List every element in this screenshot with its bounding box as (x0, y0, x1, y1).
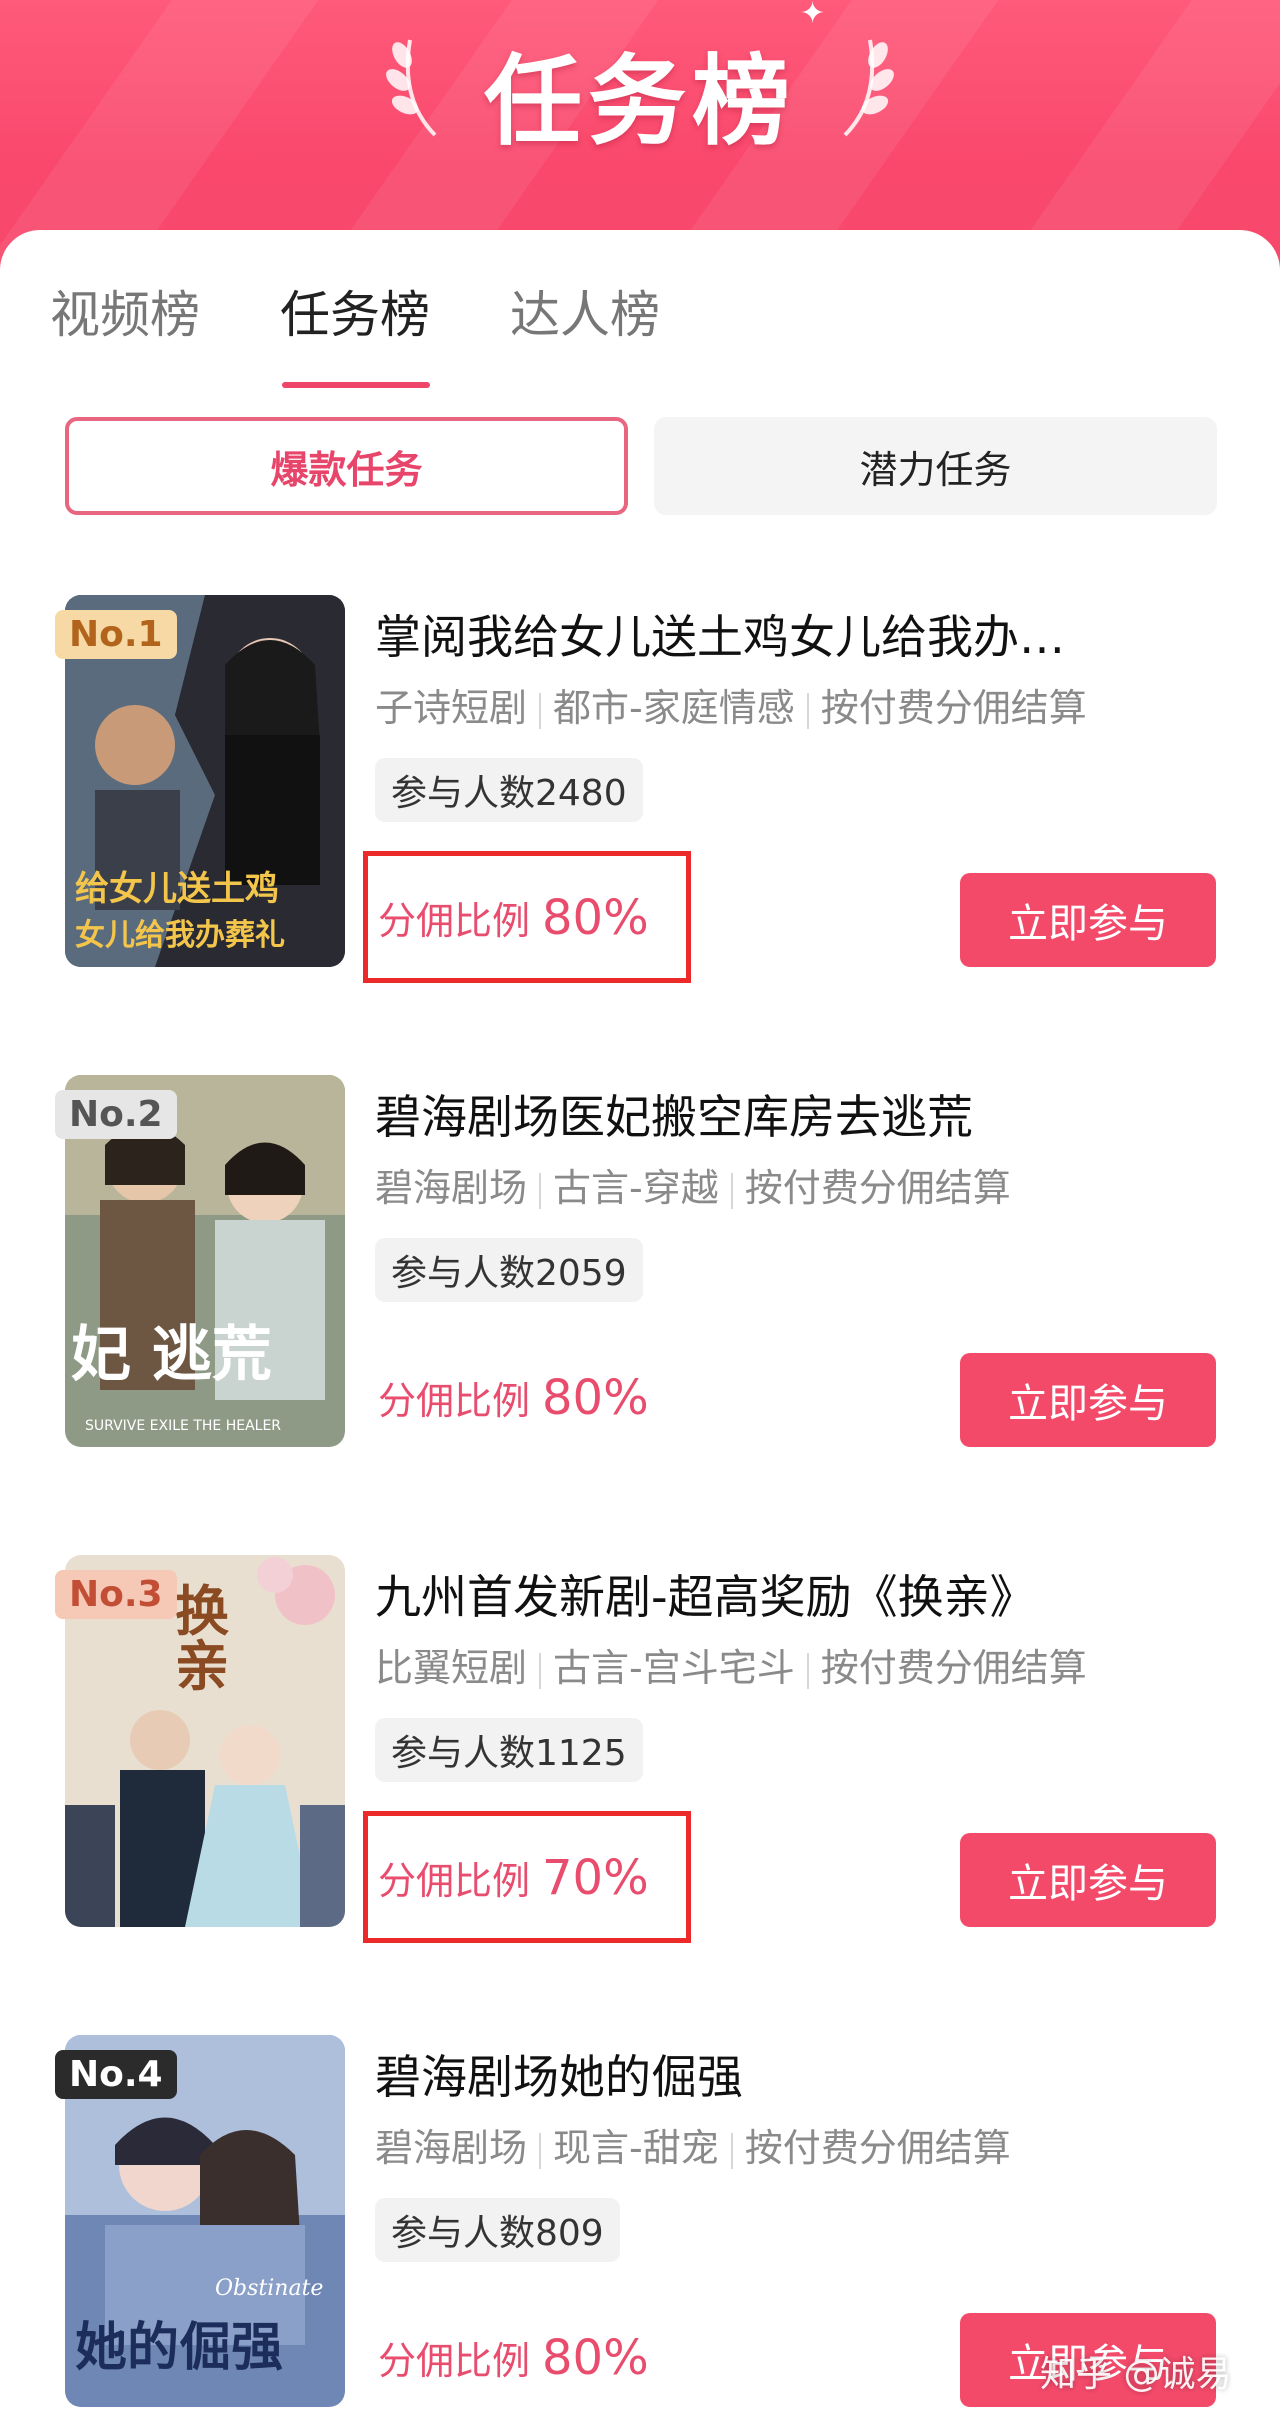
tab-task-ranking[interactable]: 任务榜 (280, 275, 430, 347)
ratio-value: 80% (542, 2330, 649, 2386)
svg-text:女儿给我办葬礼: 女儿给我办葬礼 (75, 918, 285, 953)
tab-video-ranking[interactable]: 视频榜 (50, 275, 200, 347)
item-settlement: 按付费分佣结算 (744, 2126, 1011, 2170)
svg-text:SURVIVE EXILE THE HEALER: SURVIVE EXILE THE HEALER (85, 1418, 281, 1434)
rank-badge: No.3 (55, 1570, 177, 1619)
item-meta: 碧海剧场 古言-穿越 按付费分佣结算 (375, 1157, 1011, 1212)
item-meta: 子诗短剧 都市-家庭情感 按付费分佣结算 (375, 677, 1087, 732)
item-genre: 现言-甜宠 (553, 2126, 719, 2170)
subtab-potential-tasks[interactable]: 潜力任务 (654, 417, 1217, 515)
active-tab-indicator (282, 382, 430, 388)
content-card: 视频榜 任务榜 达人榜 爆款任务 潜力任务 给女儿送土鸡 女儿给我办葬礼 No.… (0, 230, 1280, 2428)
tab-influencer-ranking[interactable]: 达人榜 (510, 275, 660, 347)
participants-badge: 参与人数2059 (375, 1238, 643, 1302)
item-meta: 碧海剧场 现言-甜宠 按付费分佣结算 (375, 2117, 1011, 2172)
svg-text:她的倔强: 她的倔强 (75, 2318, 283, 2378)
participants-badge: 参与人数1125 (375, 1718, 643, 1782)
ratio-label: 分佣比例 (378, 1379, 531, 1423)
commission-ratio: 分佣比例 80% (378, 1370, 649, 1426)
rank-badge: No.2 (55, 1090, 177, 1139)
commission-ratio: 分佣比例 80% (378, 2330, 649, 2386)
task-ranking-page: 任务榜 ✦ 视频榜 任务榜 达人榜 爆款任务 潜力任务 给女儿送土鸡 女儿给我办… (0, 0, 1280, 2428)
join-button[interactable]: 立即参与 (960, 1833, 1216, 1927)
list-item[interactable]: 妃 逃荒 SURVIVE EXILE THE HEALER No.2 碧海剧场医… (0, 1075, 1280, 1455)
item-settlement: 按付费分佣结算 (820, 686, 1087, 730)
item-title[interactable]: 碧海剧场她的倔强 (375, 2041, 1135, 2107)
item-settlement: 按付费分佣结算 (820, 1646, 1087, 1690)
svg-text:亲: 亲 (175, 1634, 229, 1698)
ranking-tabs: 视频榜 任务榜 达人榜 (0, 275, 1280, 370)
ratio-value: 80% (542, 1370, 649, 1426)
svg-text:Obstinate: Obstinate (215, 2276, 323, 2301)
item-title[interactable]: 九州首发新剧-超高奖励《换亲》 (375, 1561, 1135, 1627)
participants-badge: 参与人数809 (375, 2198, 620, 2262)
item-producer: 碧海剧场 (375, 2126, 528, 2170)
item-producer: 比翼短剧 (375, 1646, 528, 1690)
join-button[interactable]: 立即参与 (960, 1353, 1216, 1447)
sparkle-icon: ✦ (800, 0, 826, 31)
item-settlement: 按付费分佣结算 (744, 1166, 1011, 1210)
item-title[interactable]: 碧海剧场医妃搬空库房去逃荒 (375, 1081, 1135, 1147)
item-meta: 比翼短剧 古言-宫斗宅斗 按付费分佣结算 (375, 1637, 1087, 1692)
list-item[interactable]: 换 亲 No.3 九州首发新剧-超高奖励《换亲》 比翼短剧 古言-宫斗宅斗 按付费分… (0, 1555, 1280, 1943)
ratio-label: 分佣比例 (378, 2339, 531, 2383)
rank-badge: No.4 (55, 2050, 177, 2099)
subtab-hot-tasks[interactable]: 爆款任务 (65, 417, 628, 515)
watermark: 知乎 @诚易 (1040, 2354, 1232, 2395)
svg-text:妃 逃荒: 妃 逃荒 (71, 1320, 272, 1390)
item-genre: 古言-穿越 (553, 1166, 719, 1210)
item-genre: 古言-宫斗宅斗 (553, 1646, 795, 1690)
item-producer: 子诗短剧 (375, 686, 528, 730)
rank-badge: No.1 (55, 610, 177, 659)
svg-text:给女儿送土鸡: 给女儿送土鸡 (75, 869, 279, 909)
join-button[interactable]: 立即参与 (960, 873, 1216, 967)
participants-badge: 参与人数2480 (375, 758, 643, 822)
item-genre: 都市-家庭情感 (553, 686, 795, 730)
annotation-highlight-box (363, 851, 691, 983)
annotation-highlight-box (363, 1811, 691, 1943)
page-title: 任务榜 (483, 45, 796, 159)
list-item[interactable]: 给女儿送土鸡 女儿给我办葬礼 No.1 掌阅我给女儿送土鸡女儿给我办… 子诗短剧… (0, 595, 1280, 983)
item-title[interactable]: 掌阅我给女儿送土鸡女儿给我办… (375, 601, 1135, 667)
laurel-right-icon (843, 39, 894, 137)
item-producer: 碧海剧场 (375, 1166, 528, 1210)
